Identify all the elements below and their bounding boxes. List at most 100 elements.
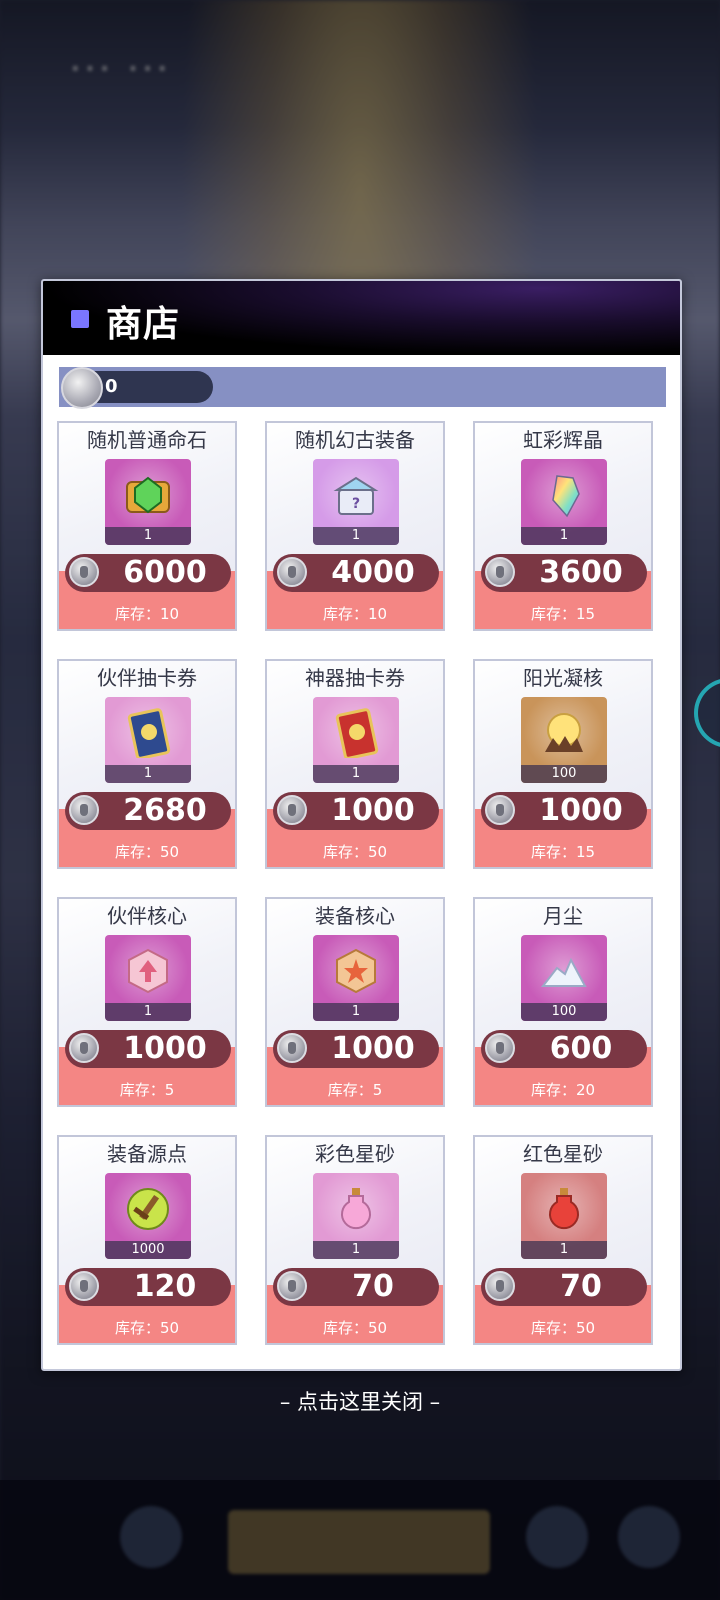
item-quantity: 1 (313, 527, 399, 545)
silver-helmet-coin-icon (69, 1271, 99, 1301)
item-quantity: 1000 (105, 1241, 191, 1259)
silver-helmet-coin-icon (277, 1033, 307, 1063)
item-stock: 库存：50 (114, 1319, 180, 1337)
item-quantity: 1 (105, 527, 191, 545)
buy-price-button[interactable]: 600 (481, 1030, 647, 1068)
item-icon-box[interactable]: 1 (313, 935, 399, 1021)
silver-helmet-coin-icon (69, 795, 99, 825)
item-name: 彩色星砂 (315, 1142, 395, 1166)
silver-helmet-coin-icon (485, 795, 515, 825)
item-price: 1000 (123, 1031, 207, 1066)
buy-price-button[interactable]: 4000 (273, 554, 439, 592)
shop-header: 商店 (43, 281, 680, 355)
item-quantity: 1 (105, 765, 191, 783)
buy-price-button[interactable]: 3600 (481, 554, 647, 592)
silver-helmet-coin-icon (485, 1033, 515, 1063)
pink-core-icon (123, 946, 173, 996)
shop-item-card[interactable]: 伙伴核心 1 1000 库存：5 (57, 897, 237, 1107)
green-gem-icon (123, 470, 173, 520)
red-stardust-icon (539, 1184, 589, 1234)
item-name: 伙伴抽卡券 (97, 666, 197, 690)
item-stock: 库存：15 (530, 605, 596, 623)
item-icon-box[interactable]: 1 (313, 697, 399, 783)
item-stock: 库存：50 (322, 1319, 388, 1337)
item-price: 1000 (539, 793, 623, 828)
item-icon-box[interactable]: 100 (521, 935, 607, 1021)
svg-text:?: ? (352, 496, 360, 512)
mystery-chest-icon: ? (331, 470, 381, 520)
item-stock: 库存：50 (322, 843, 388, 861)
silver-helmet-coin-icon (485, 557, 515, 587)
item-quantity: 1 (313, 765, 399, 783)
item-quantity: 1 (105, 1003, 191, 1021)
silver-helmet-coin-icon (277, 1271, 307, 1301)
item-quantity: 100 (521, 765, 607, 783)
buy-price-button[interactable]: 70 (481, 1268, 647, 1306)
item-icon-box[interactable]: ? 1 (313, 459, 399, 545)
item-quantity: 1 (521, 1241, 607, 1259)
title-square-icon (71, 310, 89, 328)
shop-item-card[interactable]: 装备源点 1000 120 库存：50 (57, 1135, 237, 1345)
item-stock: 库存：5 (327, 1081, 383, 1099)
shop-item-card[interactable]: 虹彩辉晶 1 3600 库存：15 (473, 421, 653, 631)
item-price: 70 (352, 1269, 394, 1304)
buy-price-button[interactable]: 2680 (65, 792, 231, 830)
shop-item-card[interactable]: 随机幻古装备? 1 4000 库存：10 (265, 421, 445, 631)
buy-price-button[interactable]: 1000 (65, 1030, 231, 1068)
item-name: 神器抽卡券 (305, 666, 405, 690)
item-price: 2680 (123, 793, 207, 828)
item-name: 红色星砂 (523, 1142, 603, 1166)
shop-item-card[interactable]: 神器抽卡券 1 1000 库存：50 (265, 659, 445, 869)
item-quantity: 100 (521, 1003, 607, 1021)
item-price: 6000 (123, 555, 207, 590)
shop-title: 商店 (106, 304, 181, 345)
silver-helmet-coin-icon (485, 1271, 515, 1301)
item-stock: 库存：15 (530, 843, 596, 861)
item-name: 随机普通命石 (87, 428, 207, 452)
rainbow-crystal-icon (539, 470, 589, 520)
shop-item-card[interactable]: 月尘 100 600 库存：20 (473, 897, 653, 1107)
item-icon-box[interactable]: 1 (105, 459, 191, 545)
item-icon-box[interactable]: 1 (521, 459, 607, 545)
buy-price-button[interactable]: 1000 (273, 792, 439, 830)
silver-helmet-coin-icon (69, 557, 99, 587)
close-hint-button[interactable]: – 点击这里关闭 – (0, 1386, 720, 1416)
buy-price-button[interactable]: 70 (273, 1268, 439, 1306)
item-icon-box[interactable]: 1000 (105, 1173, 191, 1259)
item-name: 装备核心 (315, 904, 395, 928)
silver-helmet-coin-icon (61, 367, 103, 409)
shop-item-card[interactable]: 装备核心 1 1000 库存：5 (265, 897, 445, 1107)
item-name: 月尘 (543, 904, 583, 928)
item-price: 120 (133, 1269, 197, 1304)
item-stock: 库存：5 (119, 1081, 175, 1099)
item-icon-box[interactable]: 1 (521, 1173, 607, 1259)
item-quantity: 1 (313, 1003, 399, 1021)
item-icon-box[interactable]: 100 (521, 697, 607, 783)
shop-item-card[interactable]: 阳光凝核 100 1000 库存：15 (473, 659, 653, 869)
shop-item-card[interactable]: 彩色星砂 1 70 库存：50 (265, 1135, 445, 1345)
item-price: 3600 (539, 555, 623, 590)
item-icon-box[interactable]: 1 (313, 1173, 399, 1259)
item-quantity: 1 (521, 527, 607, 545)
blue-card-icon (123, 708, 173, 760)
item-price: 1000 (331, 793, 415, 828)
item-icon-box[interactable]: 1 (105, 935, 191, 1021)
buy-price-button[interactable]: 1000 (481, 792, 647, 830)
item-name: 装备源点 (107, 1142, 187, 1166)
item-icon-box[interactable]: 1 (105, 697, 191, 783)
item-name: 伙伴核心 (107, 904, 187, 928)
buy-price-button[interactable]: 120 (65, 1268, 231, 1306)
shop-item-card[interactable]: 随机普通命石 1 6000 库存：10 (57, 421, 237, 631)
shop-item-card[interactable]: 伙伴抽卡券 1 2680 库存：50 (57, 659, 237, 869)
buy-price-button[interactable]: 1000 (273, 1030, 439, 1068)
item-price: 600 (549, 1031, 613, 1066)
currency-display: 0 (61, 367, 213, 409)
shop-item-card[interactable]: 红色星砂 1 70 库存：50 (473, 1135, 653, 1345)
item-stock: 库存：50 (114, 843, 180, 861)
item-quantity: 1 (313, 1241, 399, 1259)
item-stock: 库存：50 (530, 1319, 596, 1337)
currency-amount: 0 (105, 376, 118, 397)
silver-helmet-coin-icon (69, 1033, 99, 1063)
buy-price-button[interactable]: 6000 (65, 554, 231, 592)
item-price: 4000 (331, 555, 415, 590)
